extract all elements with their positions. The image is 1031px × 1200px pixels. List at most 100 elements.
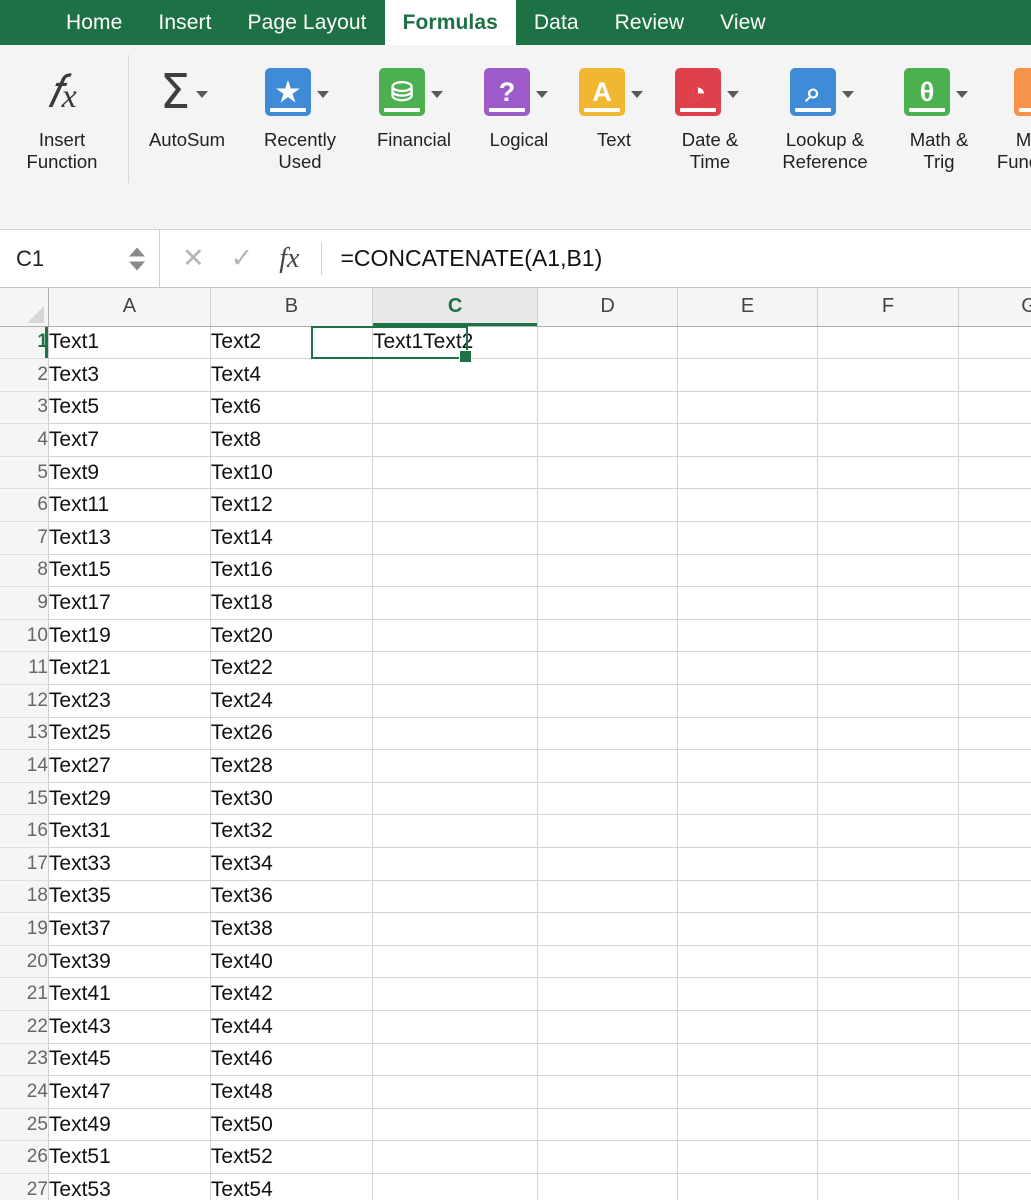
row-header-5[interactable]: 5	[0, 456, 49, 490]
cell-E3[interactable]	[677, 391, 818, 425]
row-header-6[interactable]: 6	[0, 488, 49, 523]
cell-C1[interactable]: Text1Text2	[372, 326, 539, 360]
cell-C6[interactable]	[372, 488, 539, 523]
cell-G24[interactable]	[958, 1075, 1031, 1109]
row-header-18[interactable]: 18	[0, 880, 49, 914]
cell-F21[interactable]	[817, 977, 959, 1011]
cell-G6[interactable]	[958, 488, 1031, 523]
cell-G3[interactable]	[958, 391, 1031, 425]
cell-E21[interactable]	[677, 977, 818, 1011]
row-header-1[interactable]: 1	[0, 326, 49, 360]
cell-A14[interactable]: Text27	[48, 749, 211, 783]
row-header-20[interactable]: 20	[0, 945, 49, 979]
cell-B13[interactable]: Text26	[210, 717, 373, 751]
cell-A2[interactable]: Text3	[48, 358, 211, 392]
row-header-2[interactable]: 2	[0, 358, 49, 392]
ribbon-button-lookup-reference[interactable]: ⌕ Lookup & Reference	[761, 45, 889, 173]
cell-C15[interactable]	[372, 782, 539, 816]
cell-A19[interactable]: Text37	[48, 912, 211, 946]
cell-B12[interactable]: Text24	[210, 684, 373, 718]
cell-D19[interactable]	[537, 912, 679, 946]
cell-A6[interactable]: Text11	[48, 488, 211, 523]
chevron-down-icon[interactable]	[317, 90, 329, 98]
cell-D17[interactable]	[537, 847, 679, 881]
row-header-17[interactable]: 17	[0, 847, 49, 881]
confirm-icon[interactable]: ✓	[231, 245, 254, 272]
cell-E10[interactable]	[677, 619, 818, 653]
cell-D25[interactable]	[537, 1108, 679, 1142]
cell-G4[interactable]	[958, 423, 1031, 457]
column-header-F[interactable]: F	[817, 288, 959, 327]
column-header-G[interactable]: G	[958, 288, 1031, 327]
cell-G12[interactable]	[958, 684, 1031, 718]
ribbon-button-math-trig[interactable]: θ Math & Trig	[889, 45, 989, 173]
row-header-11[interactable]: 11	[0, 651, 49, 686]
cell-A8[interactable]: Text15	[48, 554, 211, 588]
cell-E25[interactable]	[677, 1108, 818, 1142]
select-all-corner[interactable]	[0, 288, 49, 327]
cell-C12[interactable]	[372, 684, 539, 718]
cell-B3[interactable]: Text6	[210, 391, 373, 425]
cell-D8[interactable]	[537, 554, 679, 588]
cell-F27[interactable]	[817, 1173, 959, 1200]
ribbon-tab-review[interactable]: Review	[597, 0, 702, 45]
cell-D22[interactable]	[537, 1010, 679, 1044]
cell-F1[interactable]	[817, 326, 959, 360]
cell-C26[interactable]	[372, 1140, 539, 1174]
ribbon-button-logical[interactable]: ? Logical	[469, 45, 569, 151]
cell-C17[interactable]	[372, 847, 539, 881]
cell-D18[interactable]	[537, 880, 679, 914]
chevron-down-icon[interactable]	[431, 90, 443, 98]
cell-G23[interactable]	[958, 1043, 1031, 1077]
cell-E6[interactable]	[677, 488, 818, 523]
cell-D15[interactable]	[537, 782, 679, 816]
cell-B17[interactable]: Text34	[210, 847, 373, 881]
cell-B9[interactable]: Text18	[210, 586, 373, 620]
cell-C10[interactable]	[372, 619, 539, 653]
cell-D27[interactable]	[537, 1173, 679, 1200]
cell-D23[interactable]	[537, 1043, 679, 1077]
cell-E8[interactable]	[677, 554, 818, 588]
row-header-7[interactable]: 7	[0, 521, 49, 555]
column-header-B[interactable]: B	[210, 288, 373, 327]
row-header-25[interactable]: 25	[0, 1108, 49, 1142]
cell-B22[interactable]: Text44	[210, 1010, 373, 1044]
cell-B2[interactable]: Text4	[210, 358, 373, 392]
cell-D1[interactable]	[537, 326, 679, 360]
cell-E12[interactable]	[677, 684, 818, 718]
cell-B23[interactable]: Text46	[210, 1043, 373, 1077]
cell-F14[interactable]	[817, 749, 959, 783]
cell-E26[interactable]	[677, 1140, 818, 1174]
cell-D20[interactable]	[537, 945, 679, 979]
column-header-E[interactable]: E	[677, 288, 818, 327]
cell-F18[interactable]	[817, 880, 959, 914]
cell-F15[interactable]	[817, 782, 959, 816]
chevron-down-icon[interactable]	[196, 90, 209, 98]
cell-B6[interactable]: Text12	[210, 488, 373, 523]
cell-F17[interactable]	[817, 847, 959, 881]
cell-B18[interactable]: Text36	[210, 880, 373, 914]
cell-C22[interactable]	[372, 1010, 539, 1044]
cell-B15[interactable]: Text30	[210, 782, 373, 816]
cell-A3[interactable]: Text5	[48, 391, 211, 425]
ribbon-tab-home[interactable]: Home	[48, 0, 140, 45]
spinner-down-icon[interactable]	[129, 261, 145, 270]
cell-C4[interactable]	[372, 423, 539, 457]
cell-F24[interactable]	[817, 1075, 959, 1109]
row-header-24[interactable]: 24	[0, 1075, 49, 1109]
cell-E13[interactable]	[677, 717, 818, 751]
row-header-9[interactable]: 9	[0, 586, 49, 620]
cell-B19[interactable]: Text38	[210, 912, 373, 946]
cell-D3[interactable]	[537, 391, 679, 425]
cell-B10[interactable]: Text20	[210, 619, 373, 653]
cell-G26[interactable]	[958, 1140, 1031, 1174]
cell-E20[interactable]	[677, 945, 818, 979]
cell-F3[interactable]	[817, 391, 959, 425]
cell-A11[interactable]: Text21	[48, 651, 211, 686]
cell-G19[interactable]	[958, 912, 1031, 946]
cell-D24[interactable]	[537, 1075, 679, 1109]
cell-D21[interactable]	[537, 977, 679, 1011]
cell-C2[interactable]	[372, 358, 539, 392]
cell-G21[interactable]	[958, 977, 1031, 1011]
cell-D14[interactable]	[537, 749, 679, 783]
